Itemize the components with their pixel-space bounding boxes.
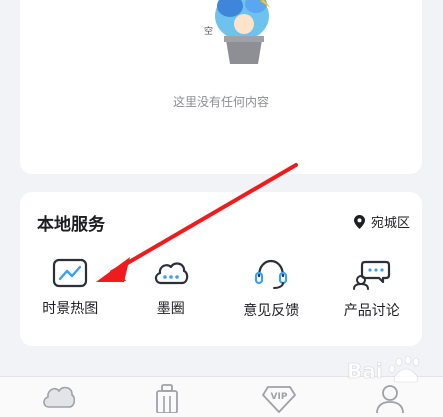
baidu-watermark-logo: Bai [347, 355, 420, 383]
discussion-bubbles-icon [352, 260, 390, 290]
profile-icon[interactable] [375, 383, 405, 413]
section-title: 本地服务 [37, 215, 105, 235]
location-pin-icon [353, 214, 365, 229]
service-label: 意见反馈 [243, 303, 300, 319]
heatmap-chart-icon [53, 258, 88, 288]
location-name: 宛城区 [370, 216, 410, 231]
empty-state-text: 这里没有任何内容 [172, 95, 269, 109]
service-feedback[interactable]: 意见反馈 [221, 258, 322, 320]
service-grid: 时景热图 墨圈 意见反馈 产品讨论 [20, 258, 422, 320]
local-services-card: 本地服务 宛城区 时景热图 墨圈 意见反馈 产品讨论 [20, 192, 422, 346]
vip-icon[interactable]: VIP [262, 383, 296, 413]
service-heatmap[interactable]: 时景热图 [20, 258, 121, 320]
svg-text:VIP: VIP [271, 392, 288, 402]
weather-icon[interactable] [41, 383, 75, 409]
empty-state-card: 空 这里没有任何内容 [20, 0, 422, 174]
service-label: 墨圈 [156, 301, 185, 317]
service-moquan[interactable]: 墨圈 [121, 258, 222, 320]
service-discussion[interactable]: 产品讨论 [322, 258, 423, 320]
location-selector[interactable]: 宛城区 [353, 212, 410, 231]
headset-feedback-icon [255, 259, 288, 289]
service-label: 产品讨论 [343, 303, 400, 319]
svg-text:空: 空 [204, 25, 213, 37]
svg-text:Bai: Bai [347, 359, 383, 383]
cloud-circle-icon [154, 262, 188, 285]
service-label: 时景热图 [42, 301, 99, 317]
tools-icon[interactable] [153, 383, 181, 413]
empty-state-illustration: 空 [204, 0, 271, 64]
